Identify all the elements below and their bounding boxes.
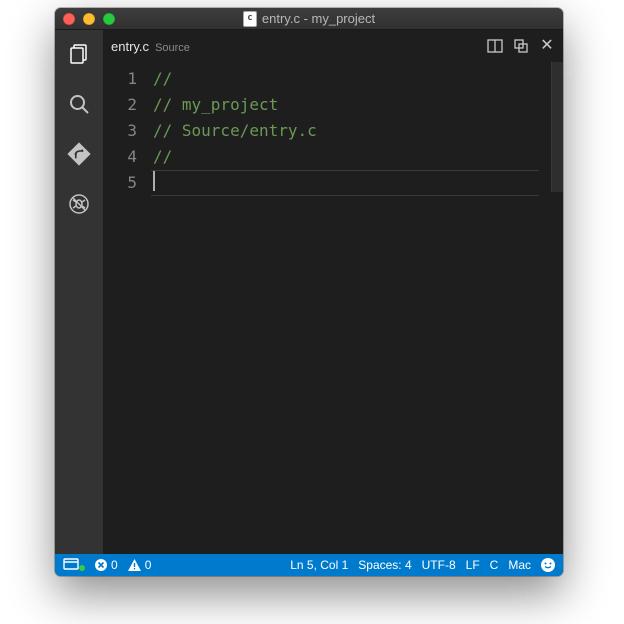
error-count: 0 <box>111 558 118 572</box>
minimize-window-button[interactable] <box>83 13 95 25</box>
status-os[interactable]: Mac <box>508 558 531 572</box>
debug-icon[interactable] <box>65 190 93 218</box>
code-text: // <box>153 147 172 166</box>
window-title-text: entry.c - my_project <box>262 11 375 26</box>
workbench: entry.c Source ✕ <box>55 30 563 554</box>
code-text: // <box>153 69 172 88</box>
status-indentation[interactable]: Spaces: 4 <box>358 558 411 572</box>
editor-group: entry.c Source ✕ <box>103 30 563 554</box>
status-warnings[interactable]: 0 <box>128 558 152 572</box>
line-number: 5 <box>103 170 137 196</box>
status-cursor-position[interactable]: Ln 5, Col 1 <box>290 558 348 572</box>
tab-directory: Source <box>155 42 190 54</box>
line-number: 3 <box>103 118 137 144</box>
warning-count: 0 <box>145 558 152 572</box>
explorer-icon[interactable] <box>65 40 93 68</box>
status-language[interactable]: C <box>490 558 499 572</box>
status-eol[interactable]: LF <box>466 558 480 572</box>
status-remote-icon[interactable] <box>63 558 85 572</box>
split-editor-icon[interactable] <box>487 38 503 54</box>
tab-bar: entry.c Source ✕ <box>103 30 563 62</box>
close-window-button[interactable] <box>63 13 75 25</box>
tab-filename: entry.c <box>111 39 149 54</box>
line-number: 4 <box>103 144 137 170</box>
close-editor-icon[interactable]: ✕ <box>539 38 555 54</box>
code-editor[interactable]: 1 2 3 4 5 // // my_project // Source/ent… <box>103 62 563 554</box>
line-number: 2 <box>103 92 137 118</box>
text-cursor <box>153 171 155 191</box>
line-number-gutter: 1 2 3 4 5 <box>103 62 151 554</box>
activity-bar <box>55 30 103 554</box>
file-type-badge: c <box>243 11 257 27</box>
status-errors[interactable]: 0 <box>95 558 118 572</box>
code-text: // Source/entry.c <box>153 121 317 140</box>
status-encoding[interactable]: UTF-8 <box>422 558 456 572</box>
tab-entry-c[interactable]: entry.c Source <box>111 39 190 54</box>
status-bar: 0 0 Ln 5, Col 1 Spaces: 4 UTF-8 LF C Mac <box>55 554 563 576</box>
search-icon[interactable] <box>65 90 93 118</box>
line-number: 1 <box>103 66 137 92</box>
scroll-thumb[interactable] <box>551 62 563 192</box>
overview-ruler[interactable] <box>551 62 563 554</box>
editor-actions: ✕ <box>487 38 555 54</box>
code-text: // my_project <box>153 95 278 114</box>
feedback-icon[interactable] <box>541 558 555 572</box>
more-actions-icon[interactable] <box>513 38 529 54</box>
zoom-window-button[interactable] <box>103 13 115 25</box>
code-content[interactable]: // // my_project // Source/entry.c // <box>151 62 551 554</box>
source-control-icon[interactable] <box>65 140 93 168</box>
titlebar: c entry.c - my_project <box>55 8 563 30</box>
app-window: c entry.c - my_project <box>55 8 563 576</box>
window-title: c entry.c - my_project <box>55 11 563 27</box>
window-controls <box>63 13 115 25</box>
